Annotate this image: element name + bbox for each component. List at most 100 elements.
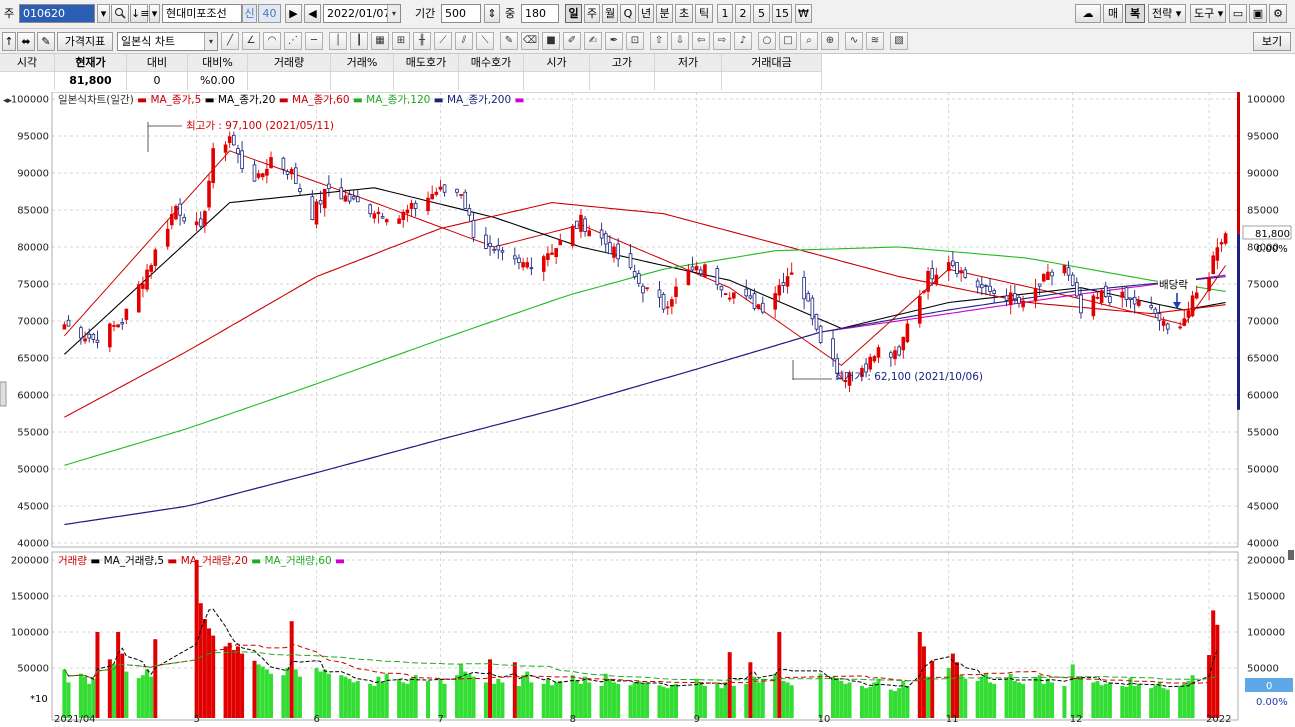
interval-button[interactable]: 5 <box>753 4 770 23</box>
legend-item[interactable]: MA_종가,5 <box>150 94 201 106</box>
grid-tool-icon[interactable]: ▦ <box>371 32 389 50</box>
magnify-icon[interactable]: ⊕ <box>821 32 839 50</box>
indicator-button[interactable]: 가격지표 <box>57 32 113 51</box>
channel-tool-icon[interactable]: ⊞ <box>392 32 410 50</box>
arc-tool-icon[interactable]: ◠ <box>263 32 281 50</box>
fan-tool-icon[interactable]: ⋰ <box>284 32 302 50</box>
margin-badge[interactable]: 40 <box>258 4 281 23</box>
regression-tool-icon[interactable]: ⟍ <box>476 32 494 50</box>
multi-vline-icon[interactable]: ┃ <box>350 32 368 50</box>
select-tool-icon[interactable]: ⊡ <box>626 32 644 50</box>
search-icon[interactable] <box>111 4 129 23</box>
sort-icon[interactable]: ↓≡ <box>130 4 149 23</box>
volume-bar <box>785 682 790 718</box>
date-input[interactable]: 2022/01/07 ▾ <box>323 4 401 23</box>
price-tick-label-left: 50000 <box>17 465 49 476</box>
chart-type-dropdown-icon[interactable]: ▾ <box>204 33 217 50</box>
arrow-up-icon[interactable]: ⇧ <box>650 32 668 50</box>
parallel-tool-icon[interactable]: ⫽ <box>455 32 473 50</box>
legend-arrow-icon[interactable]: ◂▸ <box>3 96 13 106</box>
credit-badge[interactable]: 신 <box>242 4 257 23</box>
view-button[interactable]: 보기 <box>1253 32 1291 51</box>
interval-button[interactable]: 주 <box>584 4 600 23</box>
save-icon[interactable]: ▣ <box>1249 4 1267 23</box>
chart-type-select[interactable]: 일본식 차트 ▾ <box>117 32 218 51</box>
legend-item[interactable]: MA_거래량,60 <box>264 555 331 567</box>
volume-bar <box>554 682 559 718</box>
up-arrow-icon[interactable]: ↑ <box>2 32 16 51</box>
legend-item[interactable]: MA_종가,20 <box>218 94 276 106</box>
currency-icon[interactable]: ₩ <box>795 4 812 23</box>
circle-tool-icon[interactable]: ○ <box>758 32 776 50</box>
candle-body <box>748 295 753 299</box>
interval-button[interactable]: 분 <box>656 4 673 23</box>
legend-item[interactable]: 거래량 <box>58 555 87 567</box>
pencil-icon[interactable]: ✎ <box>500 32 518 50</box>
wrench-icon[interactable]: ⚙ <box>1269 4 1287 23</box>
interval-button[interactable]: 틱 <box>695 4 713 23</box>
volume-bar <box>347 678 352 718</box>
line-tool-icon[interactable]: ╱ <box>221 32 239 50</box>
candle-tool-icon[interactable]: ╫ <box>413 32 431 50</box>
pen-icon[interactable]: ✒ <box>605 32 623 50</box>
rect-tool-icon[interactable]: □ <box>779 32 797 50</box>
note-icon[interactable]: ♪ <box>734 32 752 50</box>
vline-tool-icon[interactable]: │ <box>329 32 347 50</box>
interval-button[interactable]: 년 <box>638 4 654 23</box>
legend-item[interactable]: MA_종가,120 <box>366 94 430 106</box>
candle-body <box>471 219 476 238</box>
interval-button[interactable]: Q <box>620 4 636 23</box>
code-dropdown-button[interactable]: ▾ <box>97 4 110 23</box>
edit-icon[interactable]: ✎ <box>37 32 55 51</box>
stock-chart[interactable]: 100000 10000095000 9500090000 9000085000 850… <box>0 92 1295 727</box>
sell-button[interactable]: 매 <box>1103 4 1123 23</box>
spin-icon[interactable]: ⇕ <box>484 4 500 23</box>
sort-dropdown-button[interactable]: ▾ <box>149 4 160 23</box>
calendar-dropdown-icon[interactable]: ▾ <box>387 5 400 22</box>
text-edit-icon[interactable]: ✍ <box>584 32 602 50</box>
legend-item[interactable]: MA_종가,200 <box>447 94 511 106</box>
period-input[interactable]: 500 <box>441 4 481 23</box>
zoom-input[interactable]: 180 <box>521 4 559 23</box>
interval-button[interactable]: 2 <box>735 4 751 23</box>
interval-button[interactable]: 월 <box>602 4 618 23</box>
color-tool-icon[interactable]: ■ <box>542 32 560 50</box>
candle-body <box>756 304 761 309</box>
arrow-right-icon[interactable]: ⇨ <box>713 32 731 50</box>
arrow-left-icon[interactable]: ⇦ <box>692 32 710 50</box>
zoom-icon[interactable]: ⌕ <box>800 32 818 50</box>
multi-button[interactable]: 복 <box>1125 4 1145 23</box>
wave2-icon[interactable]: ≋ <box>866 32 884 50</box>
delete-tool-icon[interactable]: ▧ <box>890 32 908 50</box>
wave-icon[interactable]: ∿ <box>845 32 863 50</box>
legend-item[interactable]: 일본식차트(일간) <box>58 93 134 106</box>
interval-button[interactable]: 초 <box>675 4 693 23</box>
trend-tool-icon[interactable]: ⟋ <box>434 32 452 50</box>
candle-body <box>1223 233 1228 244</box>
play-prev-button[interactable]: ◀ <box>304 4 321 23</box>
interval-button[interactable]: 15 <box>772 4 792 23</box>
play-next-button[interactable]: ▶ <box>285 4 302 23</box>
stock-code-input[interactable]: 010620 <box>19 4 95 23</box>
candle-body <box>236 148 240 155</box>
strategy-button[interactable]: 전략 ▾ <box>1148 4 1186 23</box>
legend-item[interactable]: MA_거래량,5 <box>104 555 165 567</box>
volume-bar <box>893 691 898 718</box>
angle-tool-icon[interactable]: ∠ <box>242 32 260 50</box>
interval-button[interactable]: 1 <box>717 4 733 23</box>
volume-bar <box>136 678 141 718</box>
stock-name-field[interactable]: 현대미포조선 <box>162 4 242 23</box>
legend-item[interactable]: MA_거래량,20 <box>181 555 248 567</box>
brush-icon[interactable]: ✐ <box>563 32 581 50</box>
hline-tool-icon[interactable]: ─ <box>305 32 323 50</box>
arrow-down-icon[interactable]: ⇩ <box>671 32 689 50</box>
legend-item[interactable]: MA_종가,60 <box>292 94 350 106</box>
eraser-icon[interactable]: ⌫ <box>521 32 539 50</box>
interval-button[interactable]: 일 <box>565 4 582 23</box>
expand-icon[interactable]: ⬌ <box>17 32 35 51</box>
tools-button[interactable]: 도구 ▾ <box>1190 4 1226 23</box>
volume-bar <box>343 676 348 718</box>
volume-bar <box>574 680 579 718</box>
cloud-icon[interactable]: ☁ <box>1075 4 1101 23</box>
folder-icon[interactable]: ▭ <box>1229 4 1247 23</box>
